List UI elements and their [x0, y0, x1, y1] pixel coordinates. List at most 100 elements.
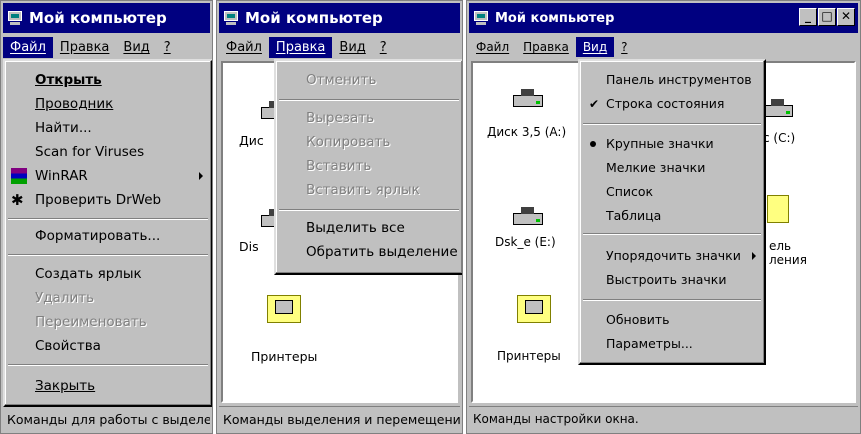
menu-item-winrar-label: WinRAR	[35, 168, 88, 184]
menu-item-line-up[interactable]: Выстроить значки	[580, 269, 764, 291]
menu-item-format[interactable]: Форматировать...	[5, 225, 211, 247]
status-bar: Команды настройки окна.	[469, 406, 858, 431]
menu-view[interactable]: Вид	[575, 37, 615, 57]
status-bar: Команды для работы с выделенными объекта…	[3, 406, 210, 431]
menu-item-properties[interactable]: Свойства	[5, 335, 211, 357]
menu-item-large-icons[interactable]: Крупные значки	[580, 133, 764, 155]
title-bar[interactable]: Мой компьютер _ □ ✕	[469, 3, 858, 33]
separator	[583, 299, 761, 301]
icon-label[interactable]: Дис	[239, 133, 264, 148]
menu-item-scan[interactable]: Scan for Viruses	[5, 141, 211, 163]
view-menu-dropdown: Панель инструментов ✔ Строка состояния К…	[578, 59, 766, 365]
menu-edit[interactable]: Правка	[268, 36, 333, 58]
menu-bar: Файл Правка Вид ?	[469, 35, 858, 59]
menu-item-paste-shortcut[interactable]: Вставить ярлык	[276, 179, 462, 201]
menu-item-drweb-label: Проверить DrWeb	[35, 192, 162, 208]
menu-item-cut[interactable]: Вырезать	[276, 107, 462, 129]
window-3: Мой компьютер _ □ ✕ Файл Правка Вид ? Ди…	[466, 0, 861, 434]
my-computer-icon	[223, 10, 240, 26]
menu-item-table[interactable]: Таблица	[580, 205, 764, 227]
menu-item-find[interactable]: Найти...	[5, 117, 211, 139]
menu-file[interactable]: Файл	[469, 37, 516, 57]
close-button[interactable]: ✕	[837, 8, 855, 26]
title-bar[interactable]: Мой компьютер	[219, 3, 460, 33]
menu-bar: Файл Правка Вид ?	[219, 35, 460, 59]
menu-item-toolbar[interactable]: Панель инструментов	[580, 69, 764, 91]
separator	[8, 254, 208, 256]
menu-item-statusbar-label: Строка состояния	[606, 96, 725, 111]
menu-item-arrange-label: Упорядочить значки	[606, 248, 741, 263]
spider-icon: ✱	[11, 191, 24, 209]
maximize-button[interactable]: □	[818, 8, 836, 26]
printers-folder-icon[interactable]	[517, 295, 551, 323]
menu-item-invert-selection[interactable]: Обратить выделение	[276, 241, 462, 263]
my-computer-icon	[473, 10, 490, 26]
menu-item-winrar[interactable]: WinRAR	[5, 165, 211, 187]
menu-view[interactable]: Вид	[116, 37, 156, 58]
menu-file[interactable]: Файл	[3, 36, 53, 58]
menu-item-select-all[interactable]: Выделить все	[276, 217, 462, 239]
status-text: Команды настройки окна.	[473, 412, 639, 426]
menu-item-copy[interactable]: Копировать	[276, 131, 462, 153]
minimize-button[interactable]: _	[799, 8, 817, 26]
menu-item-large-icons-label: Крупные значки	[606, 136, 714, 151]
status-bar: Команды выделения и перемещения	[219, 406, 460, 431]
separator	[583, 233, 761, 235]
window-title: Мой компьютер	[495, 10, 615, 26]
menu-item-options[interactable]: Параметры...	[580, 333, 764, 355]
window-controls: _ □ ✕	[799, 8, 855, 26]
menu-help[interactable]: ?	[157, 37, 178, 58]
file-menu-dropdown: Открыть Проводник Найти... Scan for Viru…	[3, 59, 212, 407]
floppy-drive-icon[interactable]	[513, 83, 543, 107]
menu-help[interactable]: ?	[614, 37, 634, 57]
menu-item-explorer[interactable]: Проводник	[5, 93, 211, 115]
submenu-arrow-icon	[752, 252, 756, 260]
menu-item-refresh[interactable]: Обновить	[580, 309, 764, 331]
edit-menu-dropdown: Отменить Вырезать Копировать Вставить Вс…	[274, 59, 462, 275]
status-text: Команды выделения и перемещения	[223, 411, 460, 427]
icon-label[interactable]: Диск 3,5 (A:)	[487, 125, 566, 139]
my-computer-icon	[7, 10, 24, 26]
menu-view[interactable]: Вид	[332, 37, 372, 58]
icon-label[interactable]: ления	[769, 253, 807, 267]
menu-item-small-icons[interactable]: Мелкие значки	[580, 157, 764, 179]
icon-label[interactable]: Dis	[239, 239, 259, 254]
menu-item-list[interactable]: Список	[580, 181, 764, 203]
menu-item-statusbar[interactable]: ✔ Строка состояния	[580, 93, 764, 115]
menu-item-arrange[interactable]: Упорядочить значки	[580, 245, 764, 267]
window-1: Мой компьютер Файл Правка Вид ? Команды …	[0, 0, 213, 434]
separator	[279, 209, 459, 211]
menu-item-rename[interactable]: Переименовать	[5, 311, 211, 333]
checkmark-icon: ✔	[589, 97, 600, 111]
icon-label[interactable]: ель	[769, 239, 791, 253]
separator	[8, 218, 208, 220]
icon-label[interactable]: Dsk_e (E:)	[495, 235, 556, 249]
menu-item-delete[interactable]: Удалить	[5, 287, 211, 309]
icon-label[interactable]: c (C:)	[763, 131, 795, 145]
radio-bullet-icon	[590, 141, 596, 147]
window-2: Мой компьютер Файл Правка Вид ? Дис Dis …	[216, 0, 463, 434]
title-bar[interactable]: Мой компьютер	[3, 3, 210, 33]
menu-item-paste[interactable]: Вставить	[276, 155, 462, 177]
menu-file[interactable]: Файл	[219, 37, 269, 58]
menu-item-undo[interactable]: Отменить	[276, 69, 462, 91]
menu-edit[interactable]: Правка	[53, 37, 116, 58]
menu-item-open[interactable]: Открыть	[5, 69, 211, 91]
separator	[583, 123, 761, 125]
window-title: Мой компьютер	[245, 9, 383, 27]
menu-edit[interactable]: Правка	[516, 37, 576, 57]
menu-bar: Файл Правка Вид ?	[3, 35, 210, 59]
icon-label[interactable]: Принтеры	[251, 349, 317, 364]
printers-folder-icon[interactable]	[267, 295, 301, 323]
menu-item-shortcut[interactable]: Создать ярлык	[5, 263, 211, 285]
window-title: Мой компьютер	[29, 9, 167, 27]
menu-help[interactable]: ?	[373, 37, 394, 58]
icon-label[interactable]: Принтеры	[497, 349, 561, 363]
menu-item-drweb[interactable]: ✱ Проверить DrWeb	[5, 189, 211, 211]
submenu-arrow-icon	[199, 172, 203, 180]
menu-item-close[interactable]: Закрыть	[5, 375, 211, 397]
control-panel-icon[interactable]	[767, 195, 789, 223]
drive-icon[interactable]	[513, 201, 543, 225]
drive-icon[interactable]	[763, 93, 793, 117]
separator	[8, 364, 208, 366]
